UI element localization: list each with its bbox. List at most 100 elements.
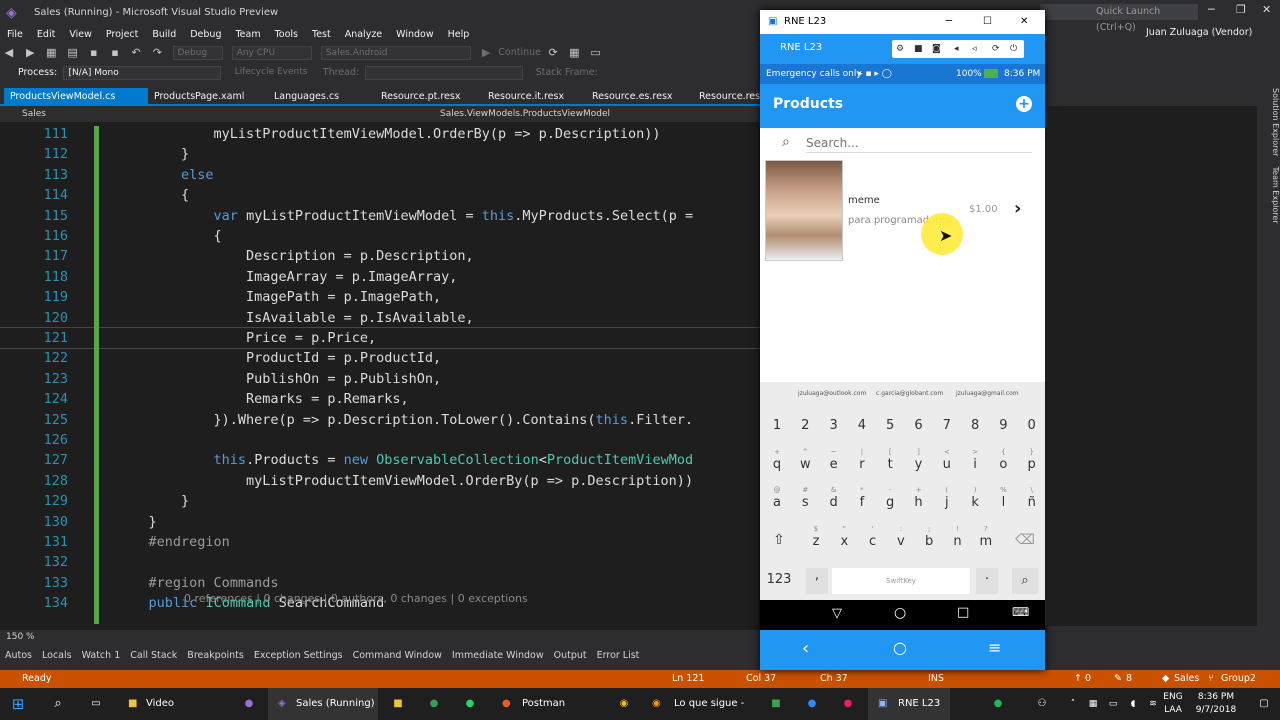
- continue-icon[interactable]: ▶: [479, 46, 493, 60]
- volume-down-icon[interactable]: ◂: [954, 40, 959, 58]
- numbers-key[interactable]: 123: [764, 572, 794, 587]
- space-key[interactable]: SwiftKey: [832, 568, 970, 594]
- layout-icon[interactable]: ▭: [589, 46, 603, 60]
- code-line[interactable]: 131 #endregion: [0, 532, 760, 552]
- code-line[interactable]: 121 Price = p.Price,: [0, 327, 760, 349]
- camera-icon[interactable]: ◙: [932, 40, 941, 58]
- power-icon[interactable]: ⏻: [1010, 40, 1017, 58]
- key-p[interactable]: } p: [1019, 448, 1045, 472]
- minimize-button[interactable]: ─: [1208, 3, 1215, 16]
- undo-icon[interactable]: ↶: [129, 46, 143, 60]
- key-2[interactable]: 2: [792, 418, 818, 433]
- menu-item-file[interactable]: File: [0, 26, 30, 44]
- search-icon[interactable]: ⌕: [40, 688, 76, 720]
- code-line[interactable]: 119 ImagePath = p.ImagePath,: [0, 287, 760, 307]
- code-editor[interactable]: 111 myListProductItemViewModel.OrderBy(p…: [0, 122, 760, 630]
- key-n[interactable]: ! n: [945, 525, 971, 549]
- menu-item-build[interactable]: Build: [145, 26, 183, 44]
- codelens-info[interactable]: 0 references | 0 changes | 0 authors, 0 …: [184, 592, 528, 605]
- notifications-icon[interactable]: ▢: [1252, 688, 1276, 720]
- record-icon[interactable]: ■: [914, 40, 923, 58]
- whatsapp-icon[interactable]: ●: [456, 688, 484, 720]
- key-x[interactable]: " x: [831, 525, 857, 549]
- key-5[interactable]: 5: [877, 418, 903, 433]
- startup-project-dropdown[interactable]: Sales.Android: [320, 46, 471, 60]
- key-1[interactable]: 1: [764, 418, 790, 433]
- suggestion-chip[interactable]: c.garcia@globant.com: [876, 390, 943, 397]
- configuration-dropdown[interactable]: Debug: [172, 46, 223, 60]
- back-icon[interactable]: ◀: [2, 46, 16, 60]
- key-u[interactable]: < u: [934, 448, 960, 472]
- key-e[interactable]: ~ e: [821, 448, 847, 472]
- debug-tab-exception-settings[interactable]: Exception Settings: [249, 646, 348, 666]
- key-a[interactable]: @ a: [764, 486, 790, 510]
- key-k[interactable]: ) k: [962, 486, 988, 510]
- debug-tab-output[interactable]: Output: [549, 646, 592, 666]
- back-nav-icon[interactable]: ▽: [832, 606, 842, 621]
- home-button[interactable]: ○: [893, 638, 907, 657]
- menu-item-edit[interactable]: Edit: [30, 26, 62, 44]
- key-z[interactable]: $ z: [803, 525, 829, 549]
- save-all-icon[interactable]: ▪: [108, 46, 122, 60]
- code-line[interactable]: 111 myListProductItemViewModel.OrderBy(p…: [0, 124, 760, 144]
- zoom-level[interactable]: 150 %: [6, 632, 35, 642]
- key-7[interactable]: 7: [934, 418, 960, 433]
- code-line[interactable]: 113 else: [0, 165, 760, 185]
- type-dropdown[interactable]: Sales.ViewModels.ProductsViewModel: [440, 107, 610, 121]
- tab-productsviewmodel-cs[interactable]: ProductsViewModel.cs: [4, 88, 148, 106]
- comma-key[interactable]: ,: [806, 568, 828, 594]
- code-line[interactable]: 132: [0, 552, 760, 572]
- code-line[interactable]: 128 myListProductItemViewModel.OrderBy(p…: [0, 471, 760, 491]
- show-hidden-icons[interactable]: ˄: [1064, 688, 1082, 720]
- code-line[interactable]: 127 this.Products = new ObservableCollec…: [0, 450, 760, 470]
- keyboard-switch-icon[interactable]: ⌨: [1012, 605, 1029, 619]
- debug-tab-locals[interactable]: Locals: [37, 646, 77, 666]
- continue-button[interactable]: Continue: [498, 47, 541, 58]
- code-line[interactable]: 122 ProductId = p.ProductId,: [0, 348, 760, 368]
- code-line[interactable]: 118 ImageArray = p.ImageArray,: [0, 267, 760, 287]
- add-product-button[interactable]: +: [1016, 96, 1032, 112]
- key-i[interactable]: > i: [962, 448, 988, 472]
- quick-launch-input[interactable]: Quick Launch (Ctrl+Q): [1040, 4, 1198, 33]
- recents-nav-icon[interactable]: □: [957, 605, 969, 620]
- back-button[interactable]: ‹: [802, 638, 809, 659]
- key-b[interactable]: ; b: [916, 525, 942, 549]
- emulator-close-button[interactable]: ✕: [1020, 10, 1028, 34]
- key-w[interactable]: ^ w: [792, 448, 818, 472]
- settings-icon[interactable]: ⚙: [896, 40, 904, 58]
- code-line[interactable]: 123 PublishOn = p.PublishOn,: [0, 369, 760, 389]
- debug-tab-error-list[interactable]: Error List: [592, 646, 645, 666]
- windows-start-icon[interactable]: ⊞: [0, 688, 36, 720]
- key-v[interactable]: :v: [888, 525, 914, 549]
- menu-item-debug[interactable]: Debug: [183, 26, 228, 44]
- changes-count[interactable]: 8: [1126, 670, 1132, 688]
- key-h[interactable]: + h: [906, 486, 932, 510]
- code-line[interactable]: 133 #region Commands: [0, 573, 760, 593]
- key-s[interactable]: # s: [792, 486, 818, 510]
- code-line[interactable]: 124 Remarks = p.Remarks,: [0, 389, 760, 409]
- app-icon[interactable]: ●: [232, 688, 266, 720]
- code-line[interactable]: 115 var myListProductItemViewModel = thi…: [0, 206, 760, 226]
- key-4[interactable]: 4: [849, 418, 875, 433]
- menu-item-team[interactable]: Team: [228, 26, 267, 44]
- key-t[interactable]: [t: [877, 448, 903, 472]
- taskbar-item-visual-studio[interactable]: ◈ Sales (Running) ...: [268, 688, 378, 720]
- menu-item-test[interactable]: Test: [305, 26, 338, 44]
- volume-up-icon[interactable]: ◃: [972, 40, 977, 58]
- app-icon[interactable]: ●: [420, 688, 448, 720]
- debug-tab-immediate-window[interactable]: Immediate Window: [447, 646, 549, 666]
- key-0[interactable]: 0: [1019, 418, 1045, 433]
- key-ñ[interactable]: \ ñ: [1019, 486, 1045, 510]
- lifecycle-events-dropdown[interactable]: Lifecycle Events: [231, 66, 317, 80]
- key-d[interactable]: & d: [821, 486, 847, 510]
- menu-item-view[interactable]: View: [62, 26, 99, 44]
- app-icon[interactable]: ■: [384, 688, 412, 720]
- search-input[interactable]: [806, 133, 1032, 153]
- spotify-icon[interactable]: ●: [984, 688, 1012, 720]
- code-line[interactable]: 130 }: [0, 512, 760, 532]
- project-dropdown[interactable]: Sales: [22, 107, 46, 121]
- menu-item-analyze[interactable]: Analyze: [338, 26, 389, 44]
- taskbar-item-postman[interactable]: ● Postman: [492, 688, 572, 720]
- suggestion-chip[interactable]: jzuluaga@gmail.com: [956, 390, 1019, 397]
- close-button[interactable]: ✕: [1262, 3, 1271, 16]
